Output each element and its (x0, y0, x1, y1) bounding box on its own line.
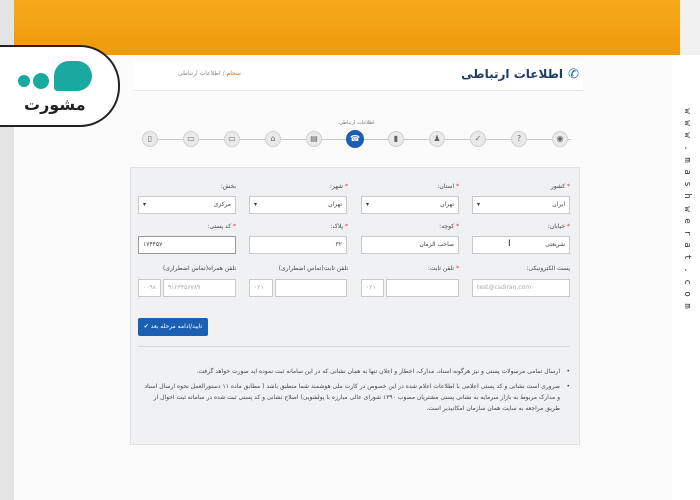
active-step-label: اطلاعات ارتباطی (339, 120, 375, 126)
breadcrumb-current: اطلاعات ارتباطی (178, 70, 221, 77)
phone-label: * تلفن ثابت: (427, 265, 459, 272)
plaque-input[interactable]: ۳۲ (249, 236, 347, 254)
district-select[interactable]: ▾ مرکزی (138, 196, 236, 214)
province-select[interactable]: ▾ تهران (361, 196, 459, 214)
email-label: پست الکترونیکی: (526, 265, 570, 272)
city-label: * شهر: (329, 183, 348, 190)
logo-dot-medium (33, 73, 49, 89)
chevron-down-icon: ▾ (254, 201, 258, 208)
phone-input[interactable] (386, 279, 459, 297)
step-doc-icon[interactable]: ▤ (306, 131, 322, 147)
logo-text: مشورت (24, 95, 86, 114)
text-cursor-icon: I (508, 239, 511, 249)
step-bookmark-icon[interactable]: ▮ (388, 131, 404, 147)
step-contact-icon[interactable]: ☎ (346, 130, 364, 148)
plaque-label: * پلاک: (330, 223, 348, 230)
site-logo: مشورت (0, 45, 120, 127)
bullet-icon: • (566, 383, 570, 390)
postal-code-label: * کد پستی: (207, 223, 236, 230)
step-person-icon[interactable]: ♟ (429, 131, 445, 147)
emergency-phone-input[interactable] (275, 279, 347, 297)
step-help-icon[interactable]: ✓ (470, 131, 486, 147)
step-question-icon[interactable]: ? (511, 131, 527, 147)
step-id-icon[interactable]: ▯ (142, 131, 158, 147)
step-card-icon[interactable]: ▭ (183, 131, 199, 147)
chevron-down-icon: ▾ (366, 201, 370, 208)
emergency-phone-prefix-input[interactable]: ۰۲۱ (249, 279, 273, 297)
mobile-prefix-input[interactable]: ۰۰۹۸ (138, 279, 161, 297)
logo-dot-small (18, 75, 30, 87)
phone-prefix-input[interactable]: ۰۲۱ (361, 279, 384, 297)
city-select[interactable]: ▾ تهران (249, 196, 347, 214)
divider (138, 346, 570, 347)
alley-label: * کوچه: (439, 223, 459, 230)
breadcrumb-separator: / (222, 70, 225, 77)
emergency-phone-label: تلفن ثابت(تماس اضطراری) (278, 265, 348, 272)
bullet-icon: • (566, 368, 570, 375)
page-header: ✆ اطلاعات ارتباطی سجام / اطلاعات ارتباطی (133, 62, 583, 91)
postal-code-input[interactable]: ۱۷۴۴۵۷ (138, 236, 236, 254)
note-item: • ضروری است نشانی و کد پستی اعلامی با اطل… (144, 383, 570, 412)
step-card2-icon[interactable]: ▭ (224, 131, 240, 147)
street-input[interactable]: شریعتی (472, 236, 570, 254)
mobile-label: تلفن همراه(تماس اضطراری) (162, 265, 236, 272)
alley-input[interactable]: صاحب الزمان (361, 236, 459, 254)
watermark-char: m (682, 303, 693, 310)
page-title: اطلاعات ارتباطی (461, 67, 563, 81)
note-item: • ارسال تمامی مرسولات پستی و نیز هرگونه ا… (196, 368, 571, 375)
province-label: * استان: (437, 183, 459, 190)
email-input[interactable]: test@csdiran.com (472, 279, 570, 297)
breadcrumb: سجام / اطلاعات ارتباطی (178, 70, 241, 77)
chevron-down-icon: ▾ (143, 201, 147, 208)
country-select[interactable]: ▾ ایران (472, 196, 570, 214)
step-info-icon[interactable]: ◉ (552, 131, 568, 147)
browser-top-bar (14, 0, 680, 55)
mobile-input[interactable]: ۹۱۲۳۴۵۶۷۸۹ (163, 279, 236, 297)
chevron-down-icon: ▾ (477, 201, 481, 208)
step-bank-icon[interactable]: ⌂ (265, 131, 281, 147)
country-label: * کشور (550, 183, 570, 190)
phone-icon: ✆ (568, 67, 579, 82)
breadcrumb-home[interactable]: سجام (227, 70, 241, 77)
district-label: بخش: (220, 183, 236, 190)
street-label: * خیابان: (547, 223, 570, 230)
watermark-vertical: www.mashwerat.com (680, 105, 694, 312)
submit-next-button[interactable]: ✔ تایید/ادامه مرحله بعد (138, 318, 208, 336)
logo-dot-large (54, 61, 92, 91)
